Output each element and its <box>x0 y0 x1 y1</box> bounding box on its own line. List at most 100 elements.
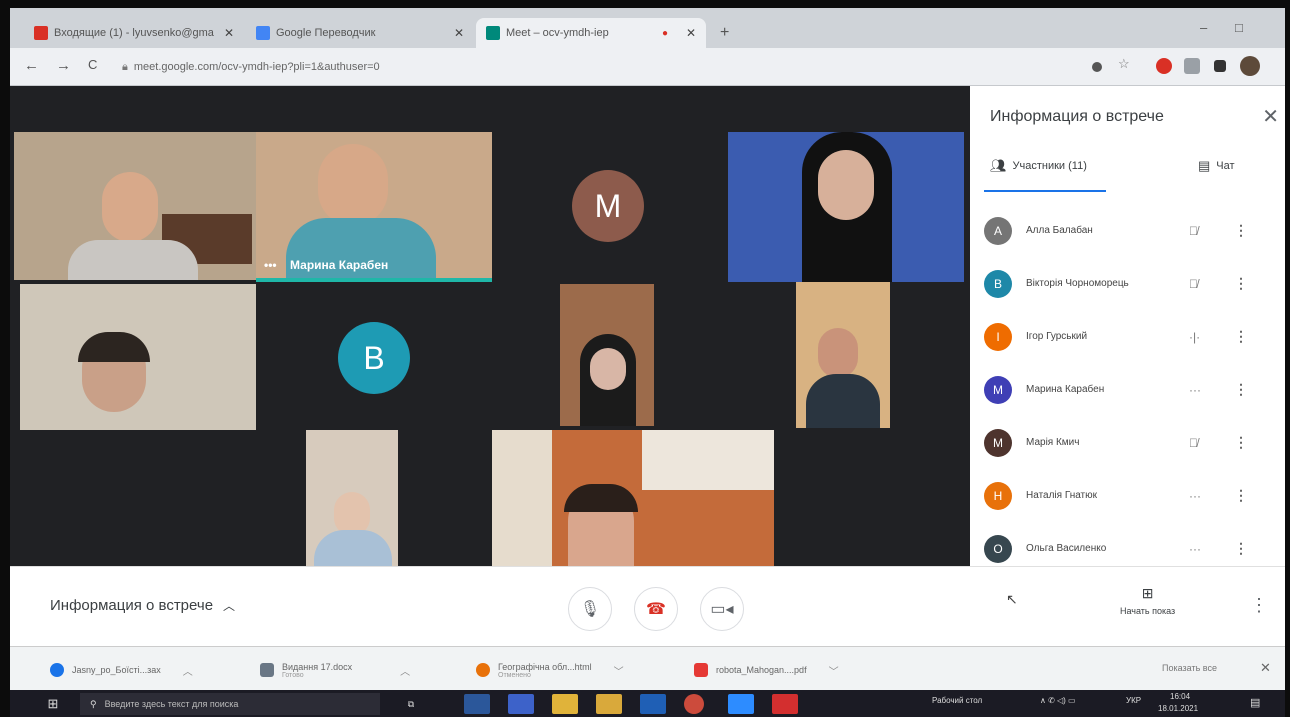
chevron-up-icon[interactable]: ︿ <box>183 663 193 678</box>
video-tile[interactable] <box>728 132 964 282</box>
extension-icon[interactable] <box>1092 62 1102 72</box>
participant-avatar: M <box>984 375 1012 404</box>
download-item[interactable]: Географічна обл...html Отменено ﹀ <box>476 657 624 683</box>
acrobat-app-icon[interactable] <box>772 693 798 715</box>
chrome-app-icon[interactable] <box>684 693 704 715</box>
input-language[interactable]: УКР <box>1126 696 1141 705</box>
hang-up-icon: ☎︎ <box>646 601 666 618</box>
system-tray-icons[interactable]: ∧ ✆ ◁) ▭ <box>1040 696 1076 705</box>
tab-translate[interactable]: Google Переводчик ✕ <box>246 18 474 48</box>
video-tile-active-speaker[interactable]: ••• Марина Карабен <box>256 132 492 282</box>
more-options-icon[interactable]: ⋮ <box>1234 434 1248 451</box>
downloads-bar: Jasny_po_Боїсті...зах ︿ Видання 17.docx Г… <box>10 646 1285 690</box>
video-tile[interactable] <box>14 132 256 280</box>
tab-participants[interactable]: 👥︎ Участники (11) <box>990 158 1087 174</box>
puzzle-icon[interactable] <box>1214 60 1226 72</box>
task-view-icon[interactable]: ⧉ <box>398 693 424 715</box>
maximize-button[interactable]: □ <box>1235 20 1243 35</box>
video-tile[interactable] <box>306 430 398 566</box>
explorer-app-icon[interactable] <box>596 693 622 715</box>
profile-avatar[interactable] <box>1240 56 1260 76</box>
chevron-up-icon[interactable]: ︿ <box>400 663 410 678</box>
participant-face <box>590 348 626 390</box>
wall-background <box>642 430 774 490</box>
people-icon: 👥︎ <box>990 158 1007 173</box>
desktop-label[interactable]: Рабочий стол <box>932 696 982 705</box>
chrome-file-icon <box>476 663 490 677</box>
chevron-down-icon[interactable]: ﹀ <box>614 663 624 678</box>
chevron-down-icon[interactable]: ﹀ <box>829 663 839 678</box>
participant-row[interactable]: A Алла Балабан 🎙̸ ⋮ <box>984 204 1279 257</box>
tab-meet[interactable]: Meet – ocv-ymdh-iep ● ✕ <box>476 18 706 48</box>
participant-row[interactable]: B Вікторія Чорноморець 🎙̸ ⋮ <box>984 257 1279 310</box>
participant-name: Марія Кмич <box>1026 437 1080 448</box>
download-item[interactable]: Jasny_po_Боїсті...зах ︿ <box>50 657 193 683</box>
participant-row[interactable]: M Марія Кмич 🎙̸ ⋮ <box>984 416 1279 469</box>
monitor-screen: Входящие (1) - lyuvsenko@gmail.com ✕ Goo… <box>10 8 1285 717</box>
video-tile[interactable] <box>492 430 774 566</box>
folder-app-icon[interactable] <box>552 693 578 715</box>
tab-title: Google Переводчик <box>276 27 376 39</box>
bookmark-star-icon[interactable]: ☆ <box>1118 56 1134 72</box>
participant-avatar[interactable]: M <box>572 170 644 242</box>
forward-button[interactable]: → <box>56 57 71 74</box>
mic-muted-icon: 🎙̸ <box>1189 276 1198 291</box>
download-item[interactable]: Видання 17.docx Готово ︿ <box>260 657 410 683</box>
video-tile[interactable] <box>20 284 256 430</box>
extension-icon[interactable] <box>1156 58 1172 74</box>
address-bar[interactable]: 🔒︎ meet.google.com/ocv-ymdh-iep?pli=1&au… <box>122 55 962 79</box>
minimize-button[interactable]: – <box>1200 20 1207 35</box>
meeting-info-button[interactable]: Информация о встрече ︿ <box>50 597 235 614</box>
more-options-icon[interactable]: ⋮ <box>1234 540 1248 557</box>
close-panel-icon[interactable]: ✕ <box>1262 104 1279 129</box>
participant-row[interactable]: H Наталія Гнатюк ··· ⋮ <box>984 469 1279 522</box>
more-options-icon[interactable]: ⋮ <box>1234 381 1248 398</box>
close-tab-icon[interactable]: ✕ <box>224 26 234 40</box>
more-options-icon[interactable]: ⋮ <box>1234 487 1248 504</box>
download-filename: robota_Mahogan....pdf <box>716 665 807 675</box>
chevron-up-icon: ︿ <box>223 599 236 613</box>
clock-time[interactable]: 16:04 <box>1170 692 1190 701</box>
participant-avatar[interactable]: B <box>338 322 410 394</box>
meeting-control-bar: Информация о встрече ︿ 🎙︎ ☎︎ ▭◂ ↖ ⊞ Нача… <box>10 566 1285 646</box>
download-item[interactable]: robota_Mahogan....pdf ﹀ <box>694 657 839 683</box>
extension-icon[interactable] <box>1184 58 1200 74</box>
present-label: Начать показ <box>1120 606 1176 616</box>
download-filename: Географічна обл...html <box>498 661 592 672</box>
windows-start-icon[interactable]: ⊞ <box>40 693 66 715</box>
search-placeholder: Введите здесь текст для поиска <box>104 699 239 709</box>
more-options-icon[interactable]: ⋮ <box>1234 275 1248 292</box>
tab-chat[interactable]: ▤ Чат <box>1198 158 1235 174</box>
search-icon: ⚲ <box>90 698 97 709</box>
close-tab-icon[interactable]: ✕ <box>454 26 464 40</box>
store-app-icon[interactable] <box>640 693 666 715</box>
save-app-icon[interactable] <box>508 693 534 715</box>
reload-button[interactable]: C <box>88 57 97 72</box>
close-tab-icon[interactable]: ✕ <box>686 26 696 40</box>
participant-avatar: B <box>984 269 1012 298</box>
more-options-icon[interactable]: ⋮ <box>1234 328 1248 345</box>
back-button[interactable]: ← <box>24 57 39 74</box>
present-now-button[interactable]: ⊞ Начать показ <box>1120 585 1175 616</box>
speaking-indicator-icon: ••• <box>264 258 277 272</box>
word-app-icon[interactable] <box>464 693 490 715</box>
more-options-icon[interactable]: ⋮ <box>1250 595 1268 616</box>
participant-row[interactable]: I Ігор Гурський ·|· ⋮ <box>984 310 1279 363</box>
participant-name: Наталія Гнатюк <box>1026 490 1098 501</box>
participant-list: A Алла Балабан 🎙̸ ⋮ B Вікторія Чорноморе… <box>984 204 1279 575</box>
taskbar-search-box[interactable]: ⚲ Введите здесь текст для поиска <box>80 693 380 715</box>
microphone-button[interactable]: 🎙︎ <box>568 587 612 631</box>
more-options-icon[interactable]: ⋮ <box>1234 222 1248 239</box>
close-downloads-icon[interactable]: ✕ <box>1260 660 1271 676</box>
camera-button[interactable]: ▭◂ <box>700 587 744 631</box>
video-tile[interactable] <box>560 284 654 426</box>
new-tab-button[interactable]: + <box>710 18 739 48</box>
video-tile[interactable] <box>796 282 890 428</box>
tab-gmail[interactable]: Входящие (1) - lyuvsenko@gmail.com ✕ <box>24 18 244 48</box>
participant-row[interactable]: M Марина Карабен ··· ⋮ <box>984 363 1279 416</box>
show-all-downloads-link[interactable]: Показать все <box>1162 663 1217 673</box>
file-icon <box>260 663 274 677</box>
notifications-icon[interactable]: ▤ <box>1250 696 1260 709</box>
end-call-button[interactable]: ☎︎ <box>634 587 678 631</box>
zoom-app-icon[interactable] <box>728 693 754 715</box>
